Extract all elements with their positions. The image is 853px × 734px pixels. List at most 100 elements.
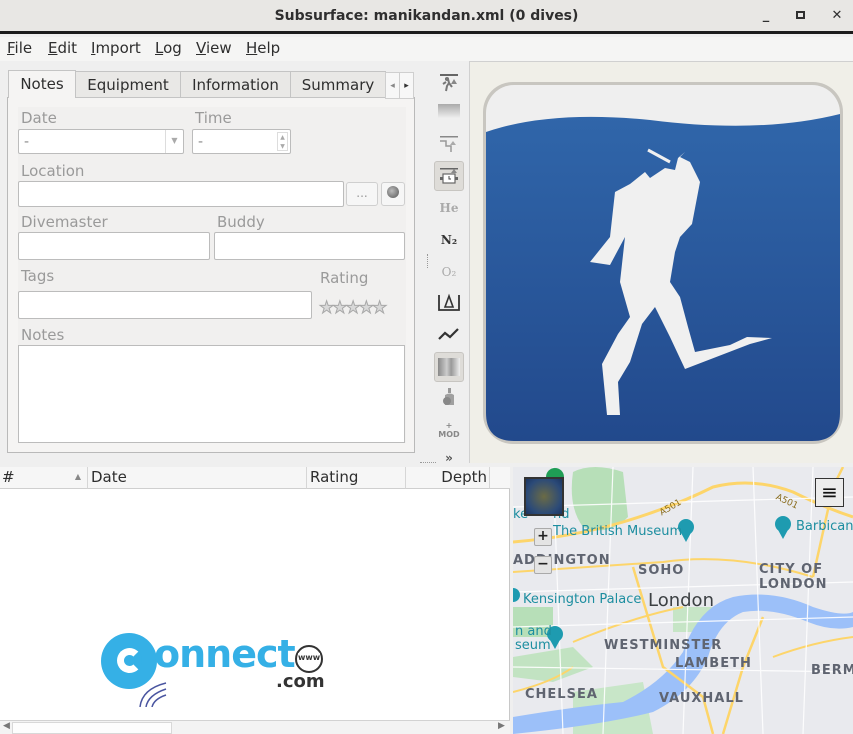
map-zoom-in-button[interactable]: + (534, 528, 552, 546)
helium-button[interactable]: He (434, 194, 464, 222)
watermark-c-inner (117, 648, 142, 673)
hamburger-menu-icon: ≡ (821, 480, 838, 504)
mod-icon: MOD (438, 430, 460, 439)
scrollbar-thumb[interactable] (12, 722, 172, 734)
tab-notes[interactable]: Notes (8, 70, 76, 98)
map-label-chelsea: CHELSEA (525, 687, 598, 702)
column-header-number[interactable]: # ▲ (0, 467, 88, 489)
tank-bar-icon (443, 388, 454, 405)
menu-bar: File Edit Import Log View Help (0, 37, 853, 61)
column-header-rating[interactable]: Rating (307, 467, 406, 489)
menu-log-mnemonic: L (155, 39, 164, 57)
time-spinbox[interactable]: - ▲ ▼ (192, 129, 291, 154)
map-label-vauxhall: VAUXHALL (659, 691, 744, 706)
ruler-delta-icon (438, 293, 460, 311)
menu-view[interactable]: View (196, 39, 232, 57)
sort-ascending-icon: ▲ (74, 472, 81, 481)
watermark-text: onnect (154, 632, 296, 676)
helium-icon: He (439, 201, 459, 215)
plus-small-icon: + (445, 421, 453, 430)
rating-label: Rating (320, 269, 369, 287)
heatmap-icon (438, 358, 460, 376)
map-menu-button[interactable]: ≡ (815, 478, 844, 507)
buddy-label: Buddy (217, 213, 265, 231)
tissue-timer-button[interactable] (434, 161, 464, 191)
scroll-right-arrow-icon[interactable]: ▶ (498, 721, 505, 731)
date-label: Date (21, 109, 57, 127)
minimize-button[interactable]: _ (756, 8, 776, 26)
spin-arrows-icon[interactable]: ▲ ▼ (277, 132, 288, 151)
oxygen-icon: O₂ (441, 265, 457, 279)
profile-toolbar: He N₂ O₂ + MOD » (432, 64, 466, 465)
menu-edit[interactable]: Edit (48, 39, 77, 57)
notes-textarea[interactable] (18, 345, 405, 443)
dive-list-horizontal-scrollbar[interactable]: ◀ ▶ (0, 720, 510, 734)
watermark-www: www (298, 653, 321, 662)
menu-help[interactable]: Help (246, 39, 280, 57)
column-header-filler (490, 467, 510, 489)
map-label-kensington-palace: Kensington Palace (523, 592, 642, 607)
menu-help-mnemonic: H (246, 39, 258, 57)
map-label-barbican: Barbican (796, 519, 853, 534)
ceiling-calculated-button[interactable] (434, 130, 464, 158)
divemaster-label: Divemaster (21, 213, 108, 231)
tab-information[interactable]: Information (180, 71, 291, 98)
ceiling-gradient-button[interactable] (434, 97, 464, 125)
column-header-date[interactable]: Date (88, 467, 307, 489)
location-more-button[interactable]: ... (346, 182, 378, 206)
dive-profile-area (469, 61, 853, 463)
tab-scroll-right-button[interactable]: ▸ (399, 72, 414, 99)
ceiling-calculated-icon (440, 136, 458, 152)
globe-pin-icon (387, 186, 399, 198)
vertical-splitter-handle[interactable] (427, 254, 429, 268)
column-header-depth[interactable]: Depth (406, 467, 490, 489)
menu-view-mnemonic: V (196, 39, 206, 57)
title-bar: Subsurface: manikandan.xml (0 dives) _ ✕ (0, 0, 853, 34)
nitrogen-button[interactable]: N₂ (434, 226, 464, 254)
mod-button[interactable]: + MOD (434, 416, 464, 444)
menu-import-label: mport (95, 39, 141, 57)
ceiling-dc-icon (440, 74, 458, 92)
divemaster-input[interactable] (18, 232, 210, 260)
tab-scroll-left-button[interactable]: ◂ (385, 72, 400, 99)
ceiling-gradient-icon (438, 104, 460, 118)
window-title: Subsurface: manikandan.xml (0 dives) (274, 8, 579, 24)
menu-file[interactable]: File (7, 39, 32, 57)
map-zoom-out-button[interactable]: − (534, 556, 552, 574)
heatmap-button[interactable] (434, 352, 464, 382)
more-chevron-icon: » (445, 451, 453, 465)
menu-log[interactable]: Log (155, 39, 182, 57)
location-input[interactable] (18, 181, 344, 207)
watermark-logo: onnect www .com (96, 617, 336, 707)
menu-edit-label: dit (57, 39, 78, 57)
buddy-input[interactable] (214, 232, 405, 260)
location-label: Location (21, 162, 85, 180)
rating-stars[interactable]: ★★★★★ (318, 298, 387, 319)
chevron-down-icon: ▼ (165, 130, 183, 153)
tab-equipment[interactable]: Equipment (75, 71, 181, 98)
close-button[interactable]: ✕ (827, 8, 847, 26)
scroll-left-arrow-icon[interactable]: ◀ (3, 721, 10, 731)
tags-input[interactable] (18, 291, 312, 319)
map-label-bermondsey: BERM (811, 663, 853, 678)
ceiling-dc-button[interactable] (434, 68, 464, 96)
menu-import[interactable]: Import (91, 39, 141, 57)
tab-summary[interactable]: Summary (290, 71, 386, 98)
location-gps-button[interactable] (381, 182, 405, 206)
map-label-british-museum: The British Museum (553, 524, 683, 539)
rate-graph-icon (438, 328, 459, 340)
tank-bar-button[interactable] (434, 384, 464, 412)
dive-map[interactable]: The British Museum Barbican ke nd ADDING… (513, 467, 853, 734)
date-combobox[interactable]: - ▼ (18, 129, 184, 154)
ruler-button[interactable] (434, 288, 464, 316)
subsurface-logo (483, 82, 843, 444)
time-value: - (198, 134, 204, 150)
map-label-westminster: WESTMINSTER (604, 638, 723, 653)
time-label: Time (195, 109, 232, 127)
rate-graph-button[interactable] (434, 320, 464, 348)
maximize-button[interactable] (790, 8, 810, 26)
map-layer-thumbnail[interactable] (524, 477, 564, 516)
map-label-soho: SOHO (638, 563, 685, 578)
nitrogen-icon: N₂ (440, 233, 458, 247)
oxygen-button[interactable]: O₂ (434, 258, 464, 286)
